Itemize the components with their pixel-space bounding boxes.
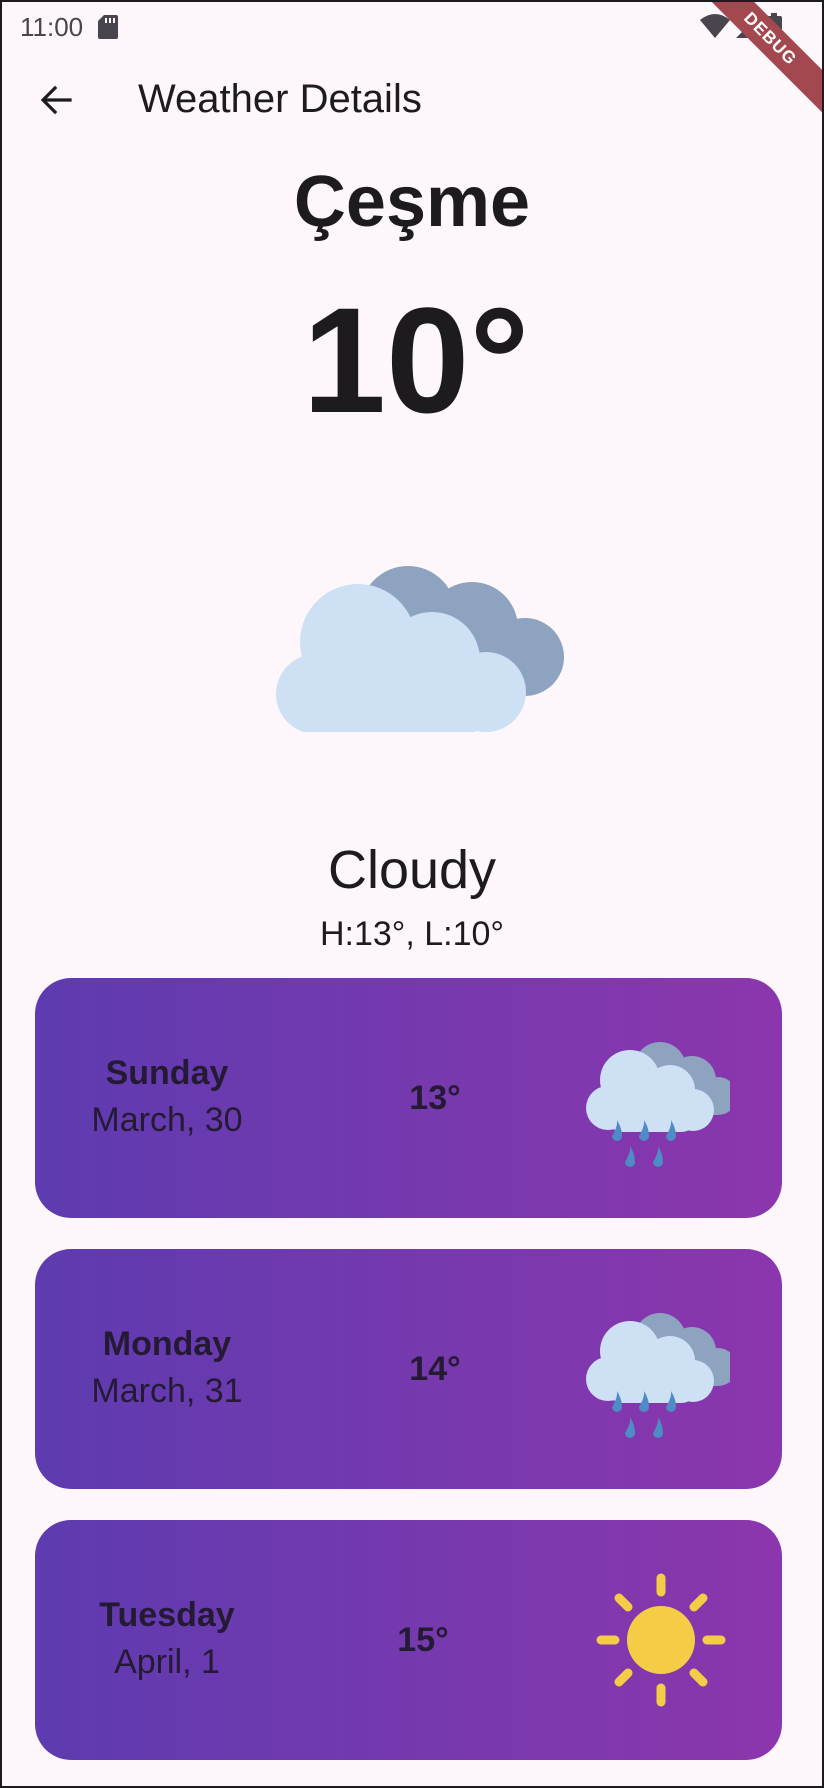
arrow-back-icon xyxy=(40,85,72,115)
back-button[interactable] xyxy=(28,72,84,128)
sun-icon xyxy=(596,1573,726,1707)
sd-card-icon xyxy=(98,15,118,39)
current-temperature: 10° xyxy=(302,276,530,444)
forecast-day: Sunday xyxy=(105,1054,229,1092)
status-time: 11:00 xyxy=(20,12,84,42)
forecast-temperature: 15° xyxy=(397,1620,449,1659)
forecast-day: Tuesday xyxy=(99,1596,235,1634)
forecast-day-block: Monday March, 31 xyxy=(35,1249,265,1489)
forecast-date: March, 31 xyxy=(91,1372,243,1410)
forecast-card[interactable]: Monday March, 31 14° xyxy=(35,1249,782,1489)
rain-icon xyxy=(586,1313,730,1438)
forecast-temperature: 14° xyxy=(409,1349,461,1388)
weather-condition: Cloudy xyxy=(327,840,497,900)
page-title: Weather Details xyxy=(138,77,422,121)
cloudy-icon xyxy=(276,566,564,732)
forecast-day-block: Tuesday April, 1 xyxy=(35,1520,265,1760)
forecast-date: April, 1 xyxy=(114,1643,220,1681)
high-low-temperature: H:13°, L:10° xyxy=(319,915,505,953)
forecast-day: Monday xyxy=(102,1325,232,1363)
weather-details-screen: 11:00 DEBUG Weather Details Çeşme 10° Cl… xyxy=(0,0,824,1788)
city-name: Çeşme xyxy=(293,162,531,242)
forecast-temperature: 13° xyxy=(409,1078,461,1117)
rain-icon xyxy=(586,1042,730,1167)
forecast-day-block: Sunday March, 30 xyxy=(35,978,265,1218)
app-bar: Weather Details xyxy=(2,62,822,136)
forecast-card[interactable]: Tuesday April, 1 15° xyxy=(35,1520,782,1760)
forecast-card[interactable]: Sunday March, 30 13° xyxy=(35,978,782,1218)
wifi-icon xyxy=(700,14,730,38)
status-bar: 11:00 DEBUG xyxy=(2,2,822,121)
forecast-date: March, 30 xyxy=(91,1101,243,1139)
